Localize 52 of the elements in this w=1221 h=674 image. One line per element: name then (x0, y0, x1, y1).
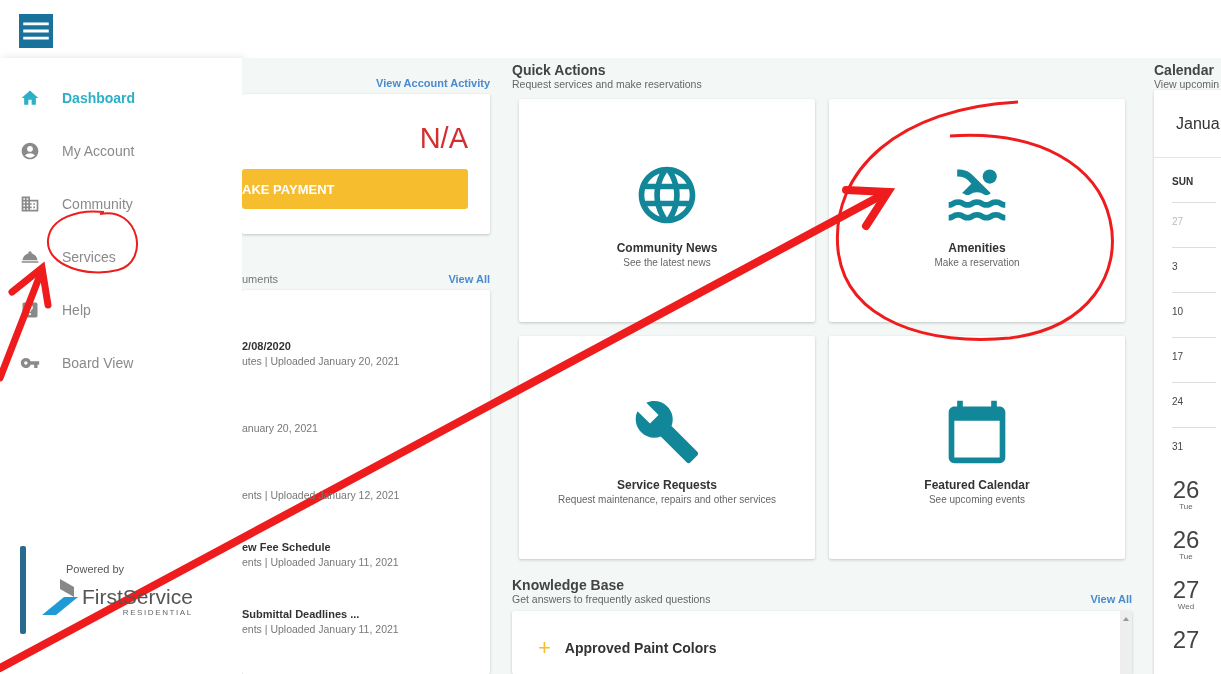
nav-item[interactable]: Services (0, 230, 242, 283)
document-meta: ents | Uploaded January 11, 2021 (242, 623, 400, 635)
card-subtitle: Request maintenance, repairs and other services (558, 494, 776, 505)
document-meta: utes | Uploaded January 20, 2021 (242, 355, 401, 367)
section-subtitle: View upcomin (1154, 78, 1221, 90)
faq-title[interactable]: Approved Paint Colors (564, 640, 717, 656)
action-card[interactable]: Service Requests Request maintenance, repairs and other services (519, 336, 815, 559)
card-subtitle: See the latest news (623, 257, 711, 268)
section-subtitle: Request services and make reservations (512, 78, 703, 90)
section-title: Quick Actions (512, 62, 607, 78)
day-number[interactable]: 10 (1172, 306, 1184, 317)
card-title: Featured Calendar (924, 478, 1030, 492)
card-subtitle: Make a reservation (934, 257, 1020, 268)
action-card[interactable]: Amenities Make a reservation (829, 99, 1125, 322)
card-title: Service Requests (616, 478, 718, 492)
action-card[interactable]: Featured Calendar See upcoming events (829, 336, 1125, 559)
event-day[interactable]: 26 (1172, 528, 1200, 552)
nav-item[interactable]: Board View (0, 336, 242, 389)
document-title[interactable]: Submittal Deadlines ... (242, 608, 490, 620)
day-number[interactable]: 31 (1172, 441, 1184, 452)
account-icon (20, 140, 40, 161)
logo-tagline: RESIDENTIAL (122, 608, 193, 617)
day-number[interactable]: 3 (1172, 261, 1178, 272)
event-day[interactable]: 27 (1172, 628, 1200, 652)
day-number[interactable]: 24 (1172, 396, 1184, 407)
wrench-icon (633, 398, 701, 466)
logo-caption: Powered by (66, 563, 125, 575)
event-day[interactable]: 27 (1172, 578, 1200, 602)
section-title: Knowledge Base (512, 577, 626, 593)
section-title: Calendar (1154, 62, 1215, 78)
action-card[interactable]: Community News See the latest news (519, 99, 815, 322)
balance-amount: N/A (419, 122, 468, 155)
event-weekday: Tue (1179, 552, 1193, 561)
event-weekday: Tue (1179, 502, 1193, 511)
scrollbar[interactable] (1120, 611, 1132, 674)
nav-item[interactable]: Community (0, 177, 242, 230)
day-number[interactable]: 17 (1172, 351, 1184, 362)
card-title: Amenities (948, 241, 1006, 255)
event-weekday: Wed (1177, 602, 1195, 611)
card-subtitle: See upcoming events (928, 494, 1026, 505)
month-title: Janua (1176, 114, 1220, 133)
document-meta: ents | Uploaded January 11, 2021 (242, 556, 400, 568)
card-title: Community News (616, 241, 718, 255)
event-day[interactable]: 26 (1172, 478, 1200, 502)
menu-button[interactable] (19, 14, 53, 48)
weekday-label: SUN (1172, 176, 1195, 189)
section-subtitle: Get answers to frequently asked questions (512, 593, 711, 605)
document-title[interactable]: ew Fee Schedule (242, 541, 490, 553)
document-title[interactable]: 2/08/2020 (242, 340, 490, 352)
nav-item[interactable]: My Account (0, 124, 242, 177)
document-meta: anuary 20, 2021 (242, 422, 319, 434)
section-title: uments (242, 273, 279, 285)
